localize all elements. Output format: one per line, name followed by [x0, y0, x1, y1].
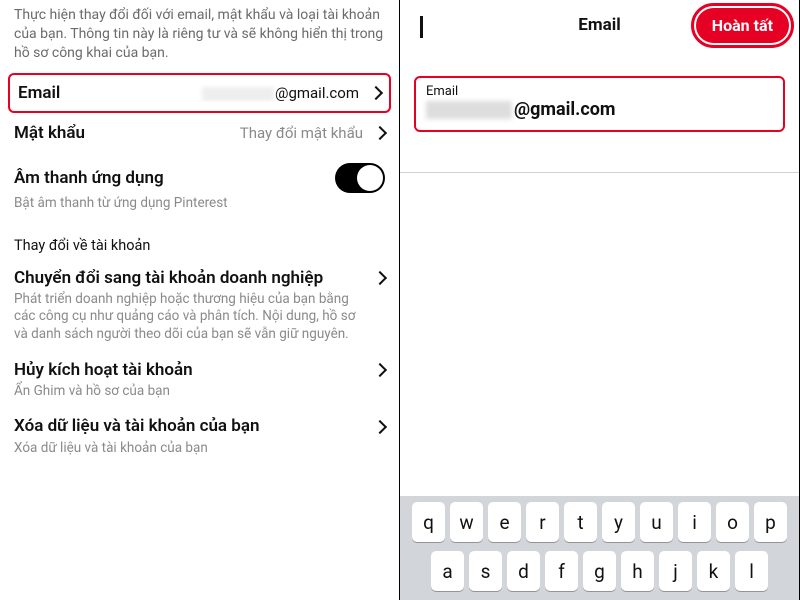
chevron-right-icon: [373, 420, 387, 434]
keyboard-row-2: asdfghjkl: [404, 551, 795, 591]
email-row[interactable]: Email @gmail.com: [8, 73, 391, 113]
app-sound-subtext: Bật âm thanh từ ứng dụng Pinterest: [0, 195, 399, 223]
deactivate-desc: Ẩn Ghim và hồ sơ của bạn: [14, 383, 385, 401]
chevron-right-icon: [373, 363, 387, 377]
key-s[interactable]: s: [469, 551, 502, 591]
key-j[interactable]: j: [659, 551, 692, 591]
email-edit-screen: Email Hoàn tất Email @gmail.com qwertyui…: [400, 0, 800, 600]
key-e[interactable]: e: [488, 502, 521, 542]
email-value: @gmail.com: [68, 84, 359, 102]
chevron-right-icon: [369, 86, 383, 100]
password-action: Thay đổi mật khẩu: [93, 124, 363, 142]
deactivate-account-row[interactable]: Hủy kích hoạt tài khoản Ẩn Ghim và hồ sơ…: [0, 352, 399, 409]
delete-desc: Xóa dữ liệu và tài khoản của bạn: [14, 440, 385, 458]
email-label: Email: [18, 83, 60, 103]
email-field-value: @gmail.com: [426, 99, 773, 120]
chevron-left-icon: [420, 16, 423, 38]
key-q[interactable]: q: [412, 502, 445, 542]
key-o[interactable]: o: [716, 502, 749, 542]
account-changes-section-title: Thay đổi về tài khoản: [0, 223, 399, 260]
key-u[interactable]: u: [640, 502, 673, 542]
keyboard-row-1: qwertyuiop: [404, 502, 795, 542]
settings-screen: Thực hiện thay đổi đối với email, mật kh…: [0, 0, 400, 600]
password-label: Mật khẩu: [14, 123, 85, 143]
key-d[interactable]: d: [507, 551, 540, 591]
delete-account-row[interactable]: Xóa dữ liệu và tài khoản của bạn Xóa dữ …: [0, 408, 399, 465]
key-y[interactable]: y: [602, 502, 635, 542]
key-l[interactable]: l: [735, 551, 768, 591]
app-sound-row: Âm thanh ứng dụng: [0, 153, 399, 195]
settings-intro-text: Thực hiện thay đổi đối với email, mật kh…: [0, 0, 399, 73]
key-w[interactable]: w: [450, 502, 483, 542]
done-button[interactable]: Hoàn tất: [696, 8, 789, 43]
app-sound-label: Âm thanh ứng dụng: [14, 168, 164, 188]
email-input-block[interactable]: Email @gmail.com: [414, 76, 785, 132]
key-f[interactable]: f: [545, 551, 578, 591]
email-field-label: Email: [426, 84, 773, 99]
key-i[interactable]: i: [678, 502, 711, 542]
key-g[interactable]: g: [583, 551, 616, 591]
chevron-right-icon: [373, 271, 387, 285]
key-t[interactable]: t: [564, 502, 597, 542]
ios-keyboard: qwertyuiop asdfghjkl: [400, 496, 799, 600]
navbar-title: Email: [578, 15, 620, 35]
convert-business-desc: Phát triển doanh nghiệp hoặc thương hiệu…: [14, 291, 385, 344]
delete-title: Xóa dữ liệu và tài khoản của bạn: [14, 416, 259, 437]
key-p[interactable]: p: [754, 502, 787, 542]
password-row[interactable]: Mật khẩu Thay đổi mật khẩu: [0, 113, 399, 153]
chevron-right-icon: [373, 126, 387, 140]
key-k[interactable]: k: [697, 551, 730, 591]
key-a[interactable]: a: [431, 551, 464, 591]
deactivate-title: Hủy kích hoạt tài khoản: [14, 360, 193, 381]
redacted-email-user: [426, 101, 512, 119]
navbar: Email Hoàn tất: [400, 0, 799, 50]
key-h[interactable]: h: [621, 551, 654, 591]
back-button[interactable]: [410, 16, 423, 35]
redacted-email-user: [202, 87, 274, 101]
convert-business-title: Chuyển đổi sang tài khoản doanh nghiệp: [14, 268, 323, 289]
key-r[interactable]: r: [526, 502, 559, 542]
app-sound-toggle[interactable]: [335, 163, 385, 193]
input-underline: [400, 172, 799, 173]
convert-business-row[interactable]: Chuyển đổi sang tài khoản doanh nghiệp P…: [0, 260, 399, 352]
